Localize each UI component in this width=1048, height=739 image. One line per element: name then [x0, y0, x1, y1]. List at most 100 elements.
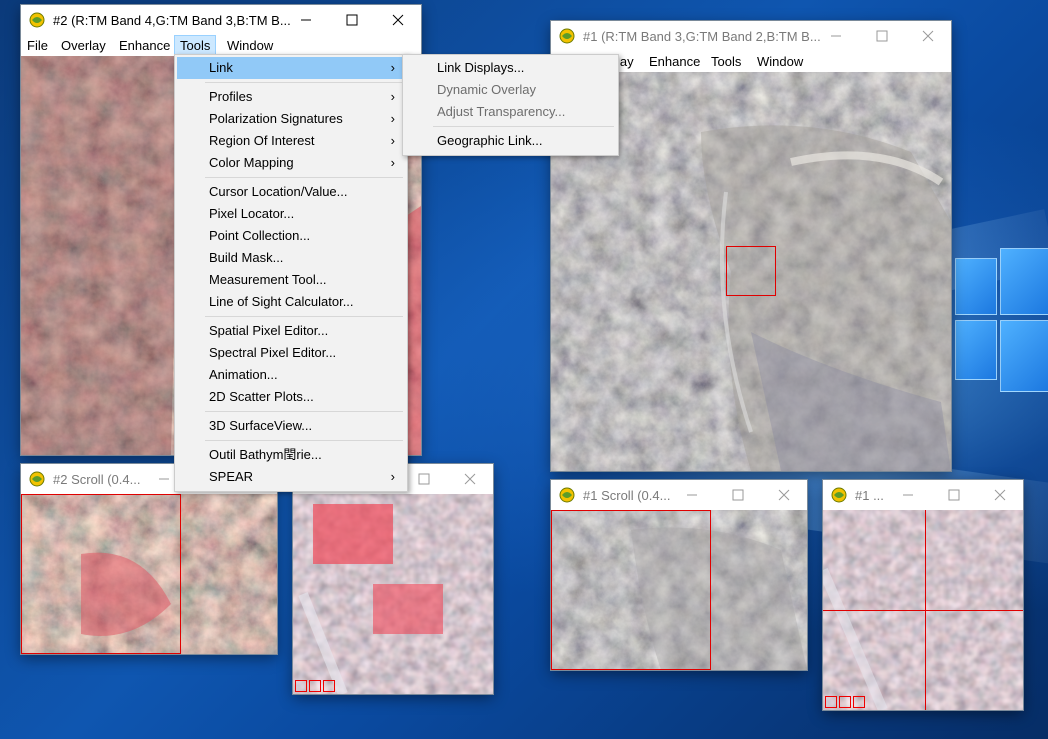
close-icon [464, 473, 476, 485]
minimize-icon [687, 494, 697, 496]
menu-item-label: Geographic Link... [437, 133, 543, 148]
zoom-image[interactable] [293, 494, 493, 694]
menu-item-label: Dynamic Overlay [437, 82, 536, 97]
submenu-arrow-icon: › [390, 60, 395, 75]
image-region-box[interactable] [551, 510, 711, 670]
zoom-out-icon[interactable] [825, 696, 837, 708]
menu-item-region-of-interest[interactable]: Region Of Interest › [177, 130, 405, 152]
close-icon [994, 489, 1006, 501]
close-icon [922, 30, 934, 42]
zoom-controls[interactable] [825, 696, 867, 708]
minimize-icon [831, 35, 841, 37]
maximize-icon [418, 473, 430, 485]
zoom-image[interactable] [823, 510, 1023, 710]
menu-item-label: Polarization Signatures [209, 111, 343, 126]
menu-item-label: Adjust Transparency... [437, 104, 566, 119]
menu-item-label: 3D SurfaceView... [209, 418, 313, 433]
menu-window[interactable]: Window [221, 35, 279, 56]
zoom-in-icon[interactable] [309, 680, 321, 692]
maximize-icon [346, 14, 358, 26]
close-icon [778, 489, 790, 501]
maximize-icon [876, 30, 888, 42]
envi-globe-icon [559, 487, 575, 503]
image-region-box[interactable] [21, 494, 181, 654]
menu-item-pixel-locator[interactable]: Pixel Locator... [177, 203, 405, 225]
menu-bar: File Overlay Enhance Tools Window [21, 35, 421, 58]
menu-item-label: Cursor Location/Value... [209, 184, 348, 199]
title-bar[interactable]: #2 (R:TM Band 4,G:TM Band 3,B:TM B... [21, 5, 421, 35]
minimize-button[interactable] [669, 480, 715, 510]
menu-item-point-collection[interactable]: Point Collection... [177, 225, 405, 247]
envi-globe-icon [29, 471, 45, 487]
close-button[interactable] [977, 480, 1023, 510]
scroll-window-2[interactable]: #2 Scroll (0.4... [21, 464, 277, 654]
menu-item-label: 2D Scatter Plots... [209, 389, 314, 404]
window-title: #2 (R:TM Band 4,G:TM Band 3,B:TM B... [53, 13, 291, 28]
submenu-arrow-icon: › [390, 111, 395, 126]
menu-item-3d-surfaceview[interactable]: 3D SurfaceView... [177, 415, 405, 437]
menu-item-color-mapping[interactable]: Color Mapping › [177, 152, 405, 174]
maximize-button[interactable] [931, 480, 977, 510]
menu-item-label: Link [209, 60, 233, 75]
close-button[interactable] [761, 480, 807, 510]
menu-item-spear[interactable]: SPEAR › [177, 466, 405, 488]
minimize-button[interactable] [813, 21, 859, 51]
maximize-button[interactable] [859, 21, 905, 51]
menu-enhance[interactable]: Enhance [113, 35, 176, 56]
menu-item-animation[interactable]: Animation... [177, 364, 405, 386]
minimize-button[interactable] [283, 5, 329, 35]
menu-item-label: Spatial Pixel Editor... [209, 323, 329, 338]
envi-globe-icon [831, 487, 847, 503]
scroll-window-1[interactable]: #1 Scroll (0.4... [551, 480, 807, 670]
menu-item-cursor-location[interactable]: Cursor Location/Value... [177, 181, 405, 203]
menu-item-line-of-sight[interactable]: Line of Sight Calculator... [177, 291, 405, 313]
menu-enhance[interactable]: Enhance [643, 51, 706, 72]
menu-item-label: SPEAR [209, 469, 254, 484]
menu-item-polarization-signatures[interactable]: Polarization Signatures › [177, 108, 405, 130]
close-button[interactable] [447, 464, 493, 494]
scroll-image[interactable] [551, 510, 807, 670]
zoom-in-icon[interactable] [839, 696, 851, 708]
minimize-button[interactable] [885, 480, 931, 510]
zoom-window-2[interactable] [293, 464, 493, 694]
menu-item-link[interactable]: Link › [177, 57, 405, 79]
maximize-button[interactable] [329, 5, 375, 35]
window-title: #2 Scroll (0.4... [53, 472, 141, 487]
crosshair-toggle-icon[interactable] [853, 696, 865, 708]
menu-overlay[interactable]: Overlay [55, 35, 112, 56]
window-title: #1 (R:TM Band 3,G:TM Band 2,B:TM B... [583, 29, 821, 44]
menu-file[interactable]: File [21, 35, 54, 56]
menu-item-spatial-pixel-editor[interactable]: Spatial Pixel Editor... [177, 320, 405, 342]
zoom-controls[interactable] [295, 680, 337, 692]
submenu-arrow-icon: › [390, 469, 395, 484]
menu-item-measurement-tool[interactable]: Measurement Tool... [177, 269, 405, 291]
zoom-region-box[interactable] [726, 246, 776, 296]
menu-tools[interactable]: Tools [705, 51, 747, 72]
menu-item-geographic-link[interactable]: Geographic Link... [405, 130, 616, 152]
close-icon [392, 14, 404, 26]
menu-item-profiles[interactable]: Profiles › [177, 86, 405, 108]
menu-item-label: Profiles [209, 89, 253, 104]
menu-item-link-displays[interactable]: Link Displays... [405, 57, 616, 79]
menu-item-2d-scatter-plots[interactable]: 2D Scatter Plots... [177, 386, 405, 408]
title-bar[interactable]: #1 ... [823, 480, 1023, 510]
menu-item-outil-bathymetrie[interactable]: Outil Bathym閏rie... [177, 444, 405, 466]
menu-item-spectral-pixel-editor[interactable]: Spectral Pixel Editor... [177, 342, 405, 364]
envi-globe-icon [29, 12, 45, 28]
menu-item-label: Link Displays... [437, 60, 525, 75]
title-bar[interactable]: #1 (R:TM Band 3,G:TM Band 2,B:TM B... [551, 21, 951, 51]
menu-window[interactable]: Window [751, 51, 809, 72]
close-button[interactable] [375, 5, 421, 35]
title-bar[interactable]: #1 Scroll (0.4... [551, 480, 807, 510]
crosshair-horizontal [823, 610, 1023, 611]
maximize-icon [948, 489, 960, 501]
scroll-image[interactable] [21, 494, 277, 654]
menu-item-build-mask[interactable]: Build Mask... [177, 247, 405, 269]
menu-item-label: Outil Bathym閏rie... [209, 447, 322, 462]
link-submenu: Link Displays... Dynamic Overlay Adjust … [402, 54, 619, 156]
maximize-button[interactable] [715, 480, 761, 510]
zoom-out-icon[interactable] [295, 680, 307, 692]
crosshair-toggle-icon[interactable] [323, 680, 335, 692]
close-button[interactable] [905, 21, 951, 51]
zoom-window-1[interactable]: #1 ... [823, 480, 1023, 710]
